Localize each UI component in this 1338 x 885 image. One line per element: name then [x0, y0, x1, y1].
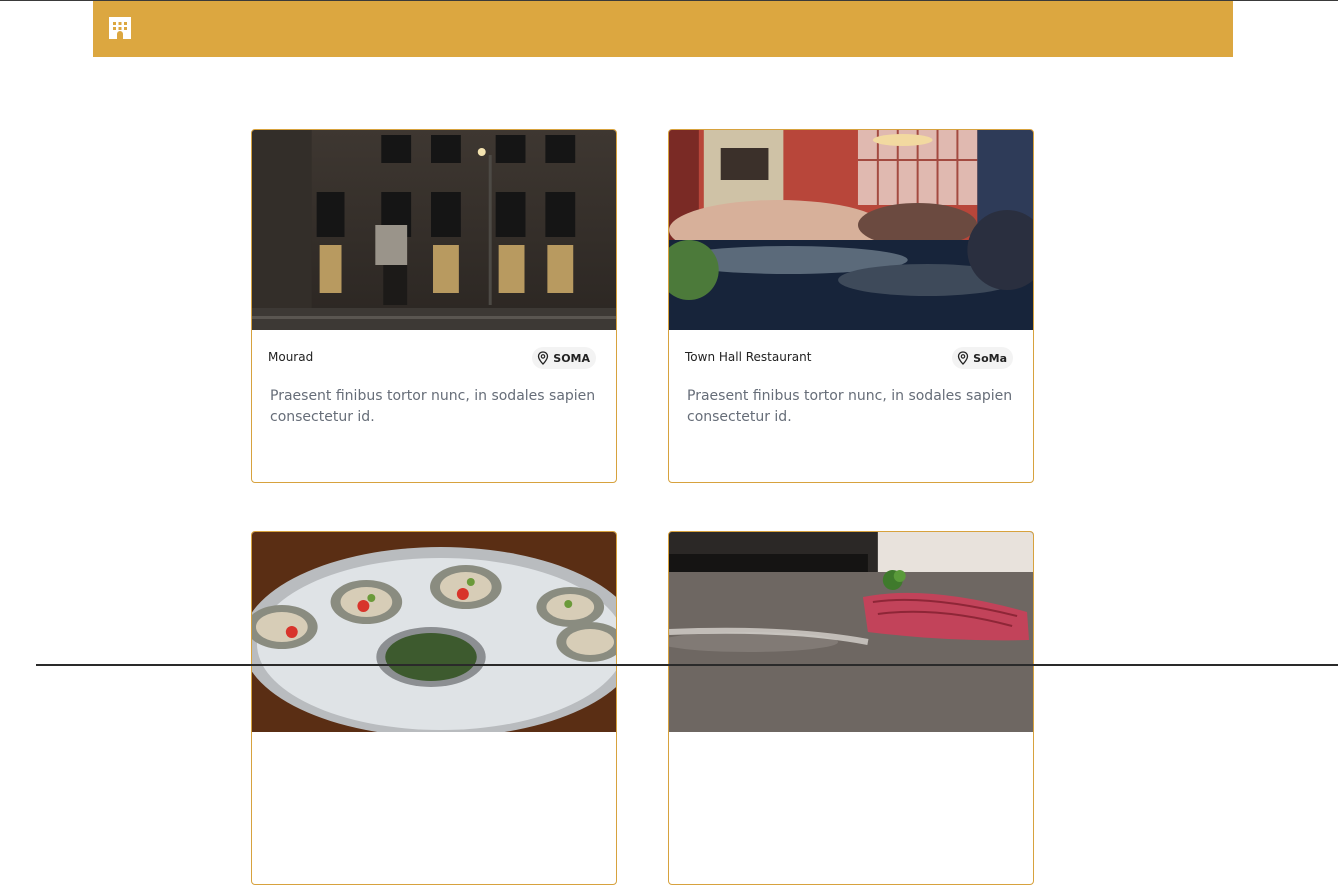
restaurant-name: Mourad	[268, 350, 314, 364]
restaurant-card[interactable]: Town Hall Restaurant SoMa Praesent finib…	[668, 129, 1034, 483]
card-meta: Town Hall Restaurant SoMa	[669, 330, 1033, 380]
building-icon[interactable]	[109, 17, 131, 39]
restaurant-photo-oysters	[252, 532, 616, 732]
restaurant-photo-night-building	[252, 130, 616, 330]
site-header	[93, 1, 1233, 57]
restaurant-card[interactable]	[251, 531, 617, 885]
restaurant-description: Praesent finibus tortor nunc, in sodales…	[270, 388, 596, 425]
restaurant-photo-nigiri	[669, 532, 1033, 732]
location-pin-icon	[957, 351, 969, 365]
neighborhood-badge: SoMa	[952, 347, 1013, 369]
location-pin-icon	[538, 351, 549, 365]
restaurant-photo-dining-room	[669, 130, 1033, 330]
card-meta: Mourad SOMA	[252, 330, 616, 380]
restaurant-description: Praesent finibus tortor nunc, in sodales…	[687, 388, 1013, 425]
neighborhood-badge: SOMA	[532, 347, 596, 369]
neighborhood-label: SOMA	[553, 351, 590, 365]
restaurant-name: Town Hall Restaurant	[685, 350, 812, 364]
restaurant-card[interactable]	[668, 531, 1034, 885]
neighborhood-label: SoMa	[973, 351, 1007, 365]
restaurant-card[interactable]: Mourad SOMA Praesent finibus tortor nunc…	[251, 129, 617, 483]
